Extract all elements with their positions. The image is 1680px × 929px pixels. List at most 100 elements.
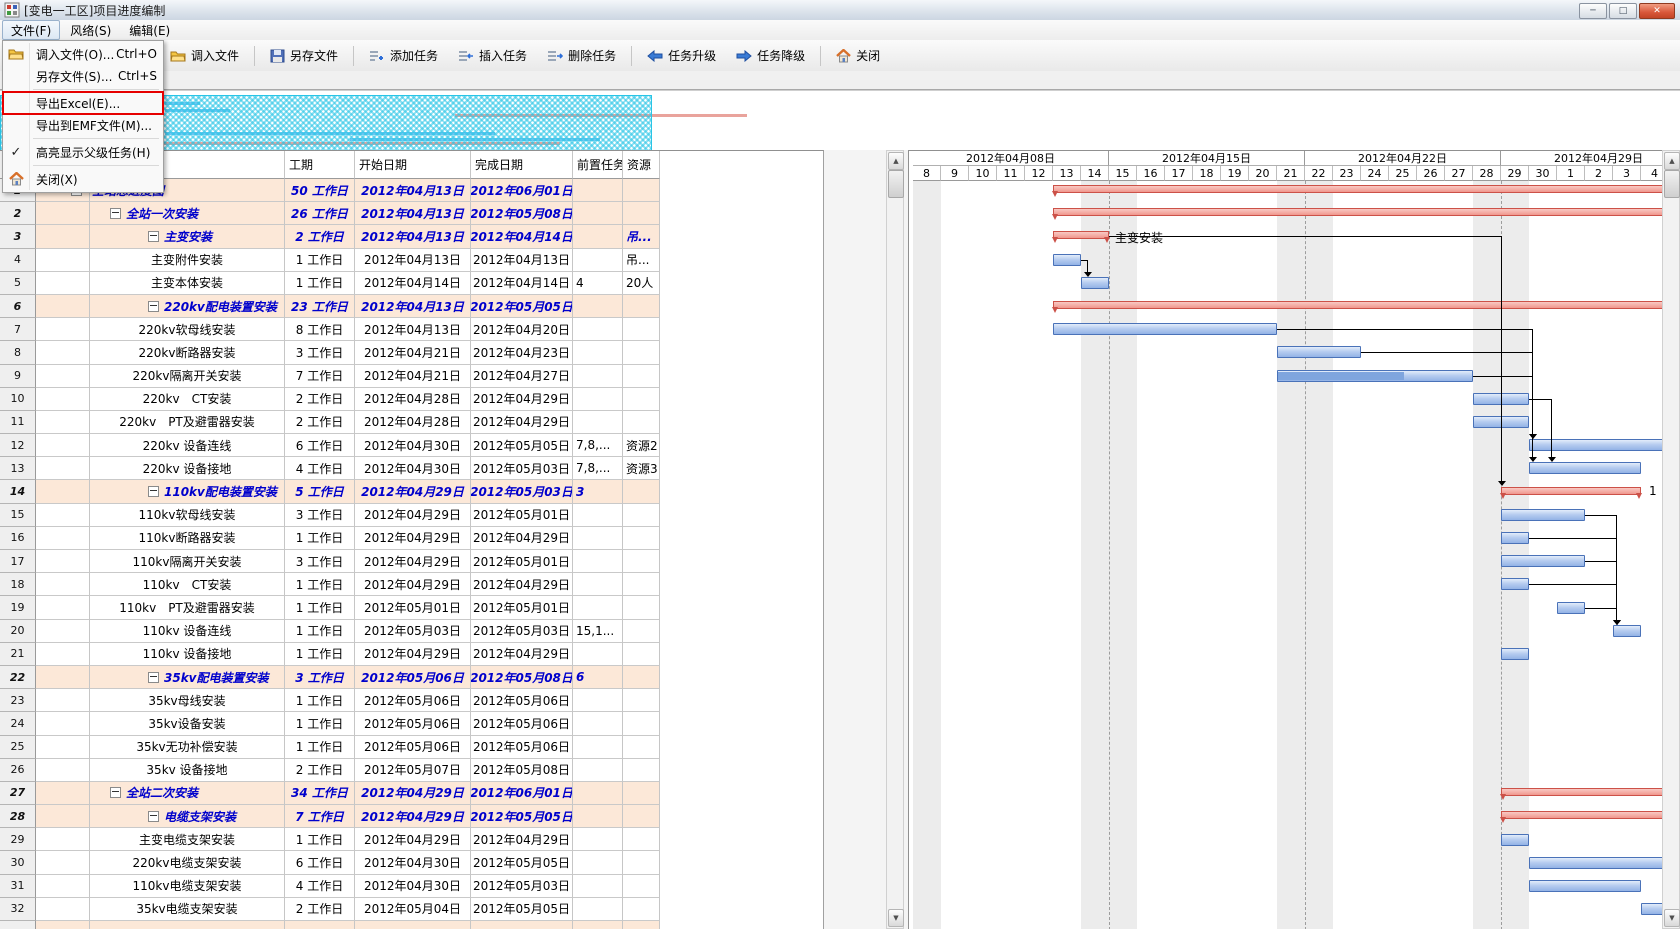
scroll-up-icon[interactable]: ▲ bbox=[888, 152, 904, 170]
start-cell[interactable]: 2012年04月13日 bbox=[355, 202, 471, 225]
task-bar[interactable] bbox=[1613, 625, 1641, 637]
finish-cell[interactable]: 2012年04月23日 bbox=[471, 341, 573, 364]
pred-cell[interactable] bbox=[573, 365, 623, 388]
table-row[interactable]: 2335kv母线安装1 工作日2012年05月06日2012年05月06日 bbox=[0, 689, 823, 712]
task-bar[interactable] bbox=[1501, 648, 1529, 660]
task-name-cell[interactable]: 全站一次安装 bbox=[90, 202, 285, 225]
start-cell[interactable]: 2012年05月06日 bbox=[355, 666, 471, 689]
pred-cell[interactable] bbox=[573, 805, 623, 828]
table-row[interactable]: 6220kv配电装置安装23 工作日2012年04月13日2012年05月05日 bbox=[0, 295, 823, 318]
res-cell[interactable] bbox=[623, 828, 660, 851]
task-name-cell[interactable]: 35kv无功补偿安装 bbox=[90, 736, 285, 759]
dur-cell[interactable]: 34 工作日 bbox=[285, 782, 355, 805]
res-cell[interactable] bbox=[623, 666, 660, 689]
start-cell[interactable]: 2012年04月29日 bbox=[355, 573, 471, 596]
collapse-icon[interactable] bbox=[110, 208, 121, 219]
task-name-cell[interactable]: 220kv 设备接地 bbox=[90, 457, 285, 480]
title-bar[interactable]: [变电一工区]项目进度编制 ─ □ ✕ bbox=[0, 0, 1680, 21]
task-name-cell[interactable]: 110kv软母线安装 bbox=[90, 504, 285, 527]
scroll-down-icon[interactable]: ▼ bbox=[888, 909, 904, 927]
table-row[interactable]: 20110kv 设备连线1 工作日2012年05月03日2012年05月03日1… bbox=[0, 620, 823, 643]
dur-cell[interactable]: 1 工作日 bbox=[285, 527, 355, 550]
pred-cell[interactable]: 6 bbox=[573, 666, 623, 689]
pred-cell[interactable] bbox=[573, 527, 623, 550]
dur-cell[interactable]: 1 工作日 bbox=[285, 620, 355, 643]
dur-cell[interactable]: 5 工作日 bbox=[285, 480, 355, 503]
res-cell[interactable] bbox=[623, 875, 660, 898]
menubar-item-file[interactable]: 文件(F) bbox=[2, 20, 60, 40]
task-name-cell[interactable]: 110kv 设备接地 bbox=[90, 643, 285, 666]
res-cell[interactable] bbox=[623, 388, 660, 411]
maximize-button[interactable]: □ bbox=[1609, 3, 1637, 19]
task-name-cell[interactable]: 110kv 设备连线 bbox=[90, 620, 285, 643]
res-cell[interactable] bbox=[623, 318, 660, 341]
table-row[interactable]: 30220kv电缆支架安装6 工作日2012年04月30日2012年05月05日 bbox=[0, 851, 823, 874]
table-row[interactable]: 2全站一次安装26 工作日2012年04月13日2012年05月08日 bbox=[0, 202, 823, 225]
res-cell[interactable] bbox=[623, 573, 660, 596]
task-bar[interactable] bbox=[1641, 903, 1663, 915]
menubar-item-network[interactable]: 风络(S) bbox=[62, 21, 119, 39]
dur-cell[interactable]: 2 工作日 bbox=[285, 388, 355, 411]
pred-cell[interactable] bbox=[573, 851, 623, 874]
dur-cell[interactable]: 3 工作日 bbox=[285, 341, 355, 364]
table-row[interactable]: 15110kv软母线安装3 工作日2012年04月29日2012年05月01日 bbox=[0, 504, 823, 527]
scroll-down-icon[interactable]: ▼ bbox=[1664, 909, 1680, 927]
menubar-item-edit[interactable]: 编辑(E) bbox=[121, 21, 178, 39]
finish-cell[interactable]: 2012年04月20日 bbox=[471, 318, 573, 341]
collapse-icon[interactable] bbox=[148, 811, 159, 822]
start-cell[interactable]: 2012年04月30日 bbox=[355, 875, 471, 898]
task-bar[interactable] bbox=[1501, 555, 1585, 567]
scrollbar-thumb[interactable] bbox=[1664, 170, 1680, 198]
finish-cell[interactable]: 2012年04月29日 bbox=[471, 643, 573, 666]
finish-cell[interactable]: 2012年05月05日 bbox=[471, 805, 573, 828]
task-name-cell[interactable]: 110kv配电装置安装 bbox=[90, 480, 285, 503]
pred-cell[interactable]: 3 bbox=[573, 480, 623, 503]
start-cell[interactable]: 2012年05月06日 bbox=[355, 689, 471, 712]
collapse-icon[interactable] bbox=[148, 672, 159, 683]
pred-cell[interactable]: 7,8,... bbox=[573, 434, 623, 457]
res-cell[interactable] bbox=[623, 620, 660, 643]
res-cell[interactable]: 吊... bbox=[623, 225, 660, 248]
table-vertical-scrollbar[interactable]: ▲ ▼ bbox=[886, 150, 904, 929]
res-cell[interactable] bbox=[623, 480, 660, 503]
dur-cell[interactable]: 6 工作日 bbox=[285, 434, 355, 457]
finish-cell[interactable]: 2012年04月13日 bbox=[471, 249, 573, 272]
summary-bar[interactable] bbox=[1501, 811, 1663, 819]
start-cell[interactable]: 2012年04月29日 bbox=[355, 527, 471, 550]
table-row[interactable]: 3主变安装2 工作日2012年04月13日2012年04月14日吊... bbox=[0, 225, 823, 248]
pred-cell[interactable] bbox=[573, 596, 623, 619]
table-row[interactable]: 18110kv CT安装1 工作日2012年04月29日2012年04月29日 bbox=[0, 573, 823, 596]
dur-cell[interactable]: 1 工作日 bbox=[285, 272, 355, 295]
finish-cell[interactable]: 2012年05月05日 bbox=[471, 434, 573, 457]
task-bar[interactable] bbox=[1529, 439, 1663, 451]
column-header-res[interactable]: 资源 bbox=[623, 151, 660, 179]
collapse-icon[interactable] bbox=[148, 301, 159, 312]
dur-cell[interactable]: 3 工作日 bbox=[285, 550, 355, 573]
task-name-cell[interactable]: 电缆支架安装 bbox=[90, 805, 285, 828]
table-row[interactable]: 2435kv设备安装1 工作日2012年05月06日2012年05月06日 bbox=[0, 712, 823, 735]
start-cell[interactable]: 2012年04月13日 bbox=[355, 295, 471, 318]
summary-bar[interactable] bbox=[1053, 301, 1663, 309]
task-bar[interactable] bbox=[1501, 578, 1529, 590]
res-cell[interactable] bbox=[623, 759, 660, 782]
start-cell[interactable]: 2012年04月28日 bbox=[355, 388, 471, 411]
res-cell[interactable] bbox=[623, 341, 660, 364]
task-name-cell[interactable]: 主变本体安装 bbox=[90, 272, 285, 295]
summary-bar[interactable] bbox=[1053, 185, 1663, 193]
finish-cell[interactable]: 2012年05月03日 bbox=[471, 620, 573, 643]
res-cell[interactable] bbox=[623, 851, 660, 874]
table-row[interactable]: 7220kv软母线安装8 工作日2012年04月13日2012年04月20日 bbox=[0, 318, 823, 341]
finish-cell[interactable]: 2012年05月01日 bbox=[471, 504, 573, 527]
task-name-cell[interactable]: 110kv PT及避雷器安装 bbox=[90, 596, 285, 619]
table-row[interactable]: 2535kv无功补偿安装1 工作日2012年05月06日2012年05月06日 bbox=[0, 736, 823, 759]
toolbar-button-5[interactable]: 插入任务 bbox=[451, 44, 534, 67]
scroll-up-icon[interactable]: ▲ bbox=[1664, 152, 1680, 170]
summary-bar[interactable] bbox=[1053, 231, 1109, 239]
table-row[interactable]: 27全站二次安装34 工作日2012年04月29日2012年06月01日 bbox=[0, 782, 823, 805]
collapse-icon[interactable] bbox=[148, 231, 159, 242]
pred-cell[interactable] bbox=[573, 318, 623, 341]
column-header-pred[interactable]: 前置任务 bbox=[573, 151, 623, 179]
pred-cell[interactable] bbox=[573, 828, 623, 851]
dur-cell[interactable]: 3 工作日 bbox=[285, 504, 355, 527]
res-cell[interactable] bbox=[623, 504, 660, 527]
